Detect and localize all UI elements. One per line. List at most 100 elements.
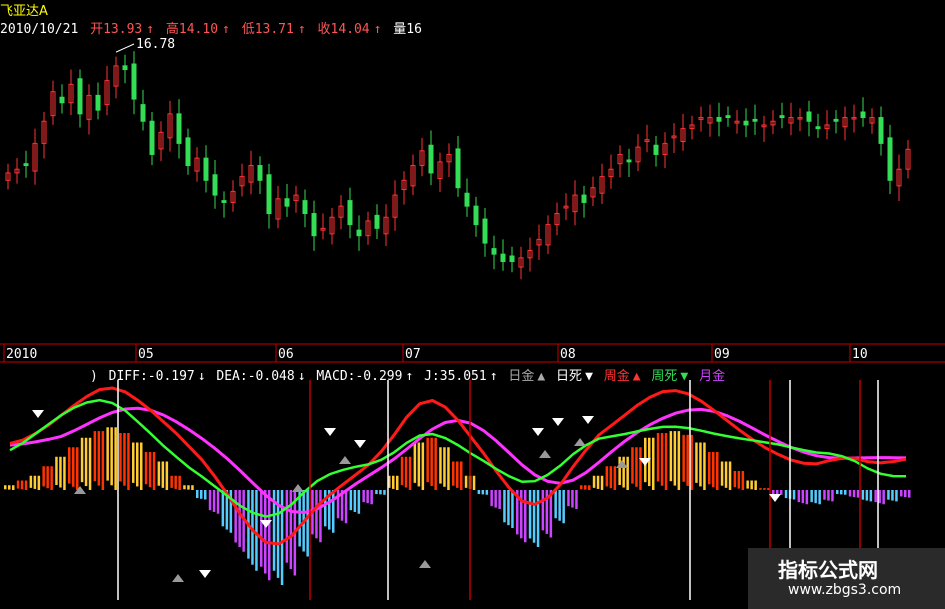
candle-body	[887, 137, 893, 181]
axis-tick-label: 08	[560, 347, 576, 362]
macd-histogram-bar	[413, 442, 417, 483]
macd-histogram-bar	[728, 461, 732, 490]
macd-histogram-bar	[332, 490, 335, 533]
macd-histogram-bar	[810, 490, 813, 503]
axis-tick-label: 09	[714, 347, 730, 362]
month-gold-label: 月金	[699, 369, 726, 384]
candle-body	[221, 200, 227, 203]
macd-histogram-bar	[485, 490, 489, 495]
macd-histogram-bar	[708, 452, 711, 485]
gold-signal-marker	[339, 456, 351, 464]
macd-histogram-bar	[132, 442, 135, 483]
macd-histogram-bar	[882, 490, 885, 505]
macd-histogram-bar	[878, 490, 881, 504]
death-signal-marker	[324, 428, 336, 436]
macd-histogram-bar	[887, 490, 890, 500]
macd-histogram-bar	[600, 475, 604, 490]
candle-body	[23, 163, 29, 167]
macd-histogram-bar	[136, 442, 139, 487]
macd-histogram-bar	[664, 433, 668, 490]
macd-histogram-bar	[106, 427, 109, 481]
macd-histogram-bar	[408, 456, 412, 490]
macd-histogram-bar	[724, 461, 728, 488]
death-signal-marker	[199, 570, 211, 578]
macd-histogram-bar	[562, 490, 565, 524]
macd-histogram-bar	[472, 475, 476, 490]
macd-histogram-bar	[571, 490, 574, 508]
candle-body	[743, 120, 749, 126]
axis-tick-label: 2010	[6, 347, 37, 362]
macd-histogram-bar	[528, 490, 532, 539]
macd-histogram-bar	[836, 490, 839, 495]
macd-histogram-bar	[268, 490, 271, 581]
macd-histogram-bar	[827, 490, 830, 501]
macd-histogram-bar	[196, 490, 199, 499]
macd-histogram-bar	[114, 427, 117, 490]
macd-histogram-bar	[16, 480, 20, 489]
macd-histogram-bar	[648, 437, 651, 487]
macd-histogram-bar	[703, 442, 706, 490]
candle-body	[203, 157, 209, 181]
candle-body	[95, 94, 101, 111]
macd-histogram-bar	[24, 480, 28, 490]
macd-histogram-bar	[613, 466, 617, 490]
macd-histogram-bar	[652, 437, 655, 490]
macd-histogram-bar	[161, 461, 165, 488]
macd-histogram-bar	[152, 452, 156, 490]
macd-histogram-bar	[59, 456, 62, 488]
macd-histogram-bar	[417, 442, 421, 487]
macd-histogram-bar	[315, 490, 318, 539]
macd-histogram-bar	[42, 466, 45, 487]
macd-histogram-bar	[784, 490, 788, 499]
j-line	[9, 398, 907, 518]
macd-histogram-bar	[584, 485, 587, 490]
macd-histogram-bar	[127, 433, 130, 490]
kline-panel: 16.78	[5, 37, 911, 280]
candle-body	[581, 194, 587, 203]
macd-histogram-bar	[831, 490, 834, 502]
macd-histogram-bar	[737, 471, 741, 489]
macd-histogram-bar	[29, 475, 33, 488]
candle-body	[284, 198, 290, 207]
gold-signal-marker	[419, 560, 431, 568]
candle-body	[878, 117, 884, 144]
macd-histogram-bar	[260, 490, 263, 567]
macd-histogram-bar	[669, 431, 673, 482]
macd-histogram-bar	[746, 480, 749, 489]
candle-body	[302, 200, 308, 215]
macd-histogram-bar	[144, 452, 148, 485]
macd-histogram-bar	[234, 490, 237, 543]
stock-chart: 16.78 2010 05 06 07 08 09 10	[0, 37, 945, 600]
macd-histogram-bar	[865, 490, 869, 501]
macd-histogram-bar	[204, 490, 207, 500]
macd-histogram-bar	[639, 447, 642, 490]
macd-histogram-bar	[673, 431, 677, 486]
macd-histogram-bar	[682, 434, 685, 482]
macd-histogram-bar	[605, 466, 609, 487]
candle-body	[131, 63, 137, 100]
macd-histogram-bar	[208, 490, 212, 511]
macd-histogram-bar	[792, 490, 796, 500]
watermark-title: 指标公式网	[778, 558, 878, 582]
macd-histogram-bar	[344, 490, 348, 524]
macd-histogram-bar	[716, 452, 719, 490]
candle-body	[752, 118, 758, 122]
candle-body	[509, 255, 515, 263]
macd-histogram-bar	[477, 490, 481, 495]
macd-histogram-bar	[63, 456, 66, 490]
macd-histogram-bar	[588, 485, 591, 490]
death-signal-marker	[582, 416, 594, 424]
death-signal-marker	[32, 410, 44, 418]
gold-signal-marker	[74, 486, 86, 494]
macd-histogram-bar	[439, 447, 442, 484]
macd-histogram-bar	[379, 490, 382, 495]
macd-histogram-bar	[383, 490, 386, 495]
macd-histogram-bar	[763, 488, 766, 490]
macd-histogram-bar	[660, 433, 664, 486]
macd-histogram-bar	[123, 433, 126, 486]
macd-histogram-bar	[80, 437, 84, 483]
macd-histogram-bar	[712, 452, 715, 488]
macd-histogram-bar	[324, 490, 327, 527]
macd-histogram-bar	[823, 490, 826, 500]
candle-body	[140, 104, 146, 122]
